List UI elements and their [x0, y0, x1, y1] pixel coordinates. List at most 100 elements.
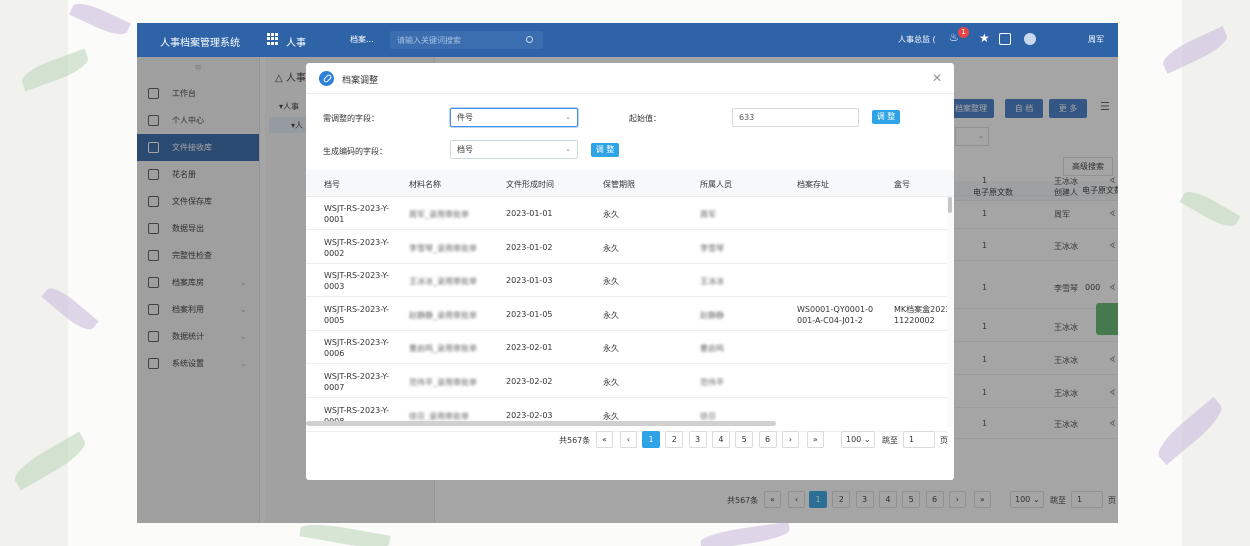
pagination-total: 共567条	[559, 436, 591, 445]
page-button[interactable]: 3	[688, 431, 707, 448]
jump-page-input[interactable]: 1	[903, 431, 935, 448]
table-row[interactable]: WSJT-RS-2023-Y-0002 李雪琴_录用审批单 2023-01-02 永久…	[306, 230, 947, 264]
table-row[interactable]: WSJT-RS-2023-Y-0008徐芬_录用审批单2023-02-03永久徐…	[306, 398, 947, 432]
page-button[interactable]: 5	[735, 431, 754, 448]
table-row[interactable]: WSJT-RS-2023-Y-0007 范伟平_录用审批单 2023-02-02 永久…	[306, 365, 947, 398]
chevron-down-icon: ⌄	[861, 435, 871, 444]
cell-person: 王冰冰	[700, 277, 724, 287]
page-button[interactable]: 1	[642, 431, 660, 448]
vertical-scrollbar[interactable]	[947, 197, 953, 427]
cell-person: 曹启鸣	[700, 344, 724, 354]
page-unit-label: 页	[940, 436, 948, 445]
search-input[interactable]	[390, 31, 510, 49]
gen-code-field-select[interactable]: 档号 ⌄	[450, 140, 578, 159]
cell-person: 范伟平	[700, 378, 724, 387]
column-header: 材料名称	[409, 180, 441, 189]
cell-date: 2023-02-01	[506, 343, 553, 353]
start-value-label: 起始值：	[629, 114, 661, 123]
search-icon[interactable]	[526, 36, 533, 43]
chevron-down-icon: ⌄	[565, 113, 571, 121]
user-role[interactable]: 人事总监 (	[898, 34, 936, 45]
table-row[interactable]: WSJT-RS-2023-Y-0005 赵静静_录用审批单 2023-01-05 永久…	[306, 297, 951, 331]
chat-icon[interactable]	[1024, 33, 1036, 45]
cell-date: 2023-01-05	[506, 309, 553, 319]
system-title: 人事档案管理系统	[160, 38, 240, 49]
page-button[interactable]: 4	[711, 431, 730, 448]
page-size-select[interactable]: 100 ⌄	[841, 431, 875, 448]
page-size-value: 100	[846, 435, 862, 444]
gen-code-field-label: 生成编码的字段：	[323, 147, 387, 156]
cell-archive-code: WSJT-RS-2023-Y-0005	[324, 304, 390, 325]
cell-retention: 永久	[603, 411, 619, 421]
prev-page-button[interactable]: ‹	[620, 431, 637, 448]
module-name[interactable]: 人事	[286, 34, 306, 49]
table-row[interactable]: WSJT-RS-2023-Y-0001 周军_录用审批单 2023-01-01 永久 周…	[306, 197, 947, 230]
field-to-adjust-select[interactable]: 件号 ⌄	[450, 108, 578, 127]
cell-person: 赵静静	[700, 310, 724, 320]
column-header: 保管期限	[603, 180, 635, 189]
next-page-button[interactable]: ›	[781, 431, 799, 448]
cell-material-name: 周军_录用审批单	[409, 210, 469, 219]
search-scope-select[interactable]: 档案...	[350, 34, 374, 45]
cell-material-name: 徐芬_录用审批单	[409, 411, 469, 421]
cell-material-name: 范伟平_录用审批单	[409, 378, 477, 387]
cell-retention: 永久	[603, 344, 619, 354]
page-button[interactable]: 6	[758, 431, 777, 448]
cell-material-name: 王冰冰_录用审批单	[409, 277, 477, 287]
user-name[interactable]: 周军	[1088, 34, 1104, 45]
close-icon[interactable]: ✕	[932, 71, 942, 85]
cell-date: 2023-01-02	[506, 242, 553, 252]
first-page-button[interactable]: «	[596, 431, 613, 448]
cell-retention: 永久	[603, 378, 619, 387]
gen-code-field-value: 档号	[457, 145, 473, 154]
field-to-adjust-value: 件号	[457, 113, 473, 122]
jump-label: 跳至	[882, 436, 898, 445]
cell-archive-code: WSJT-RS-2023-Y-0002	[324, 237, 390, 258]
dialog-header: 档案调整 ✕	[306, 63, 954, 94]
last-page-button[interactable]: »	[806, 431, 824, 448]
horizontal-scrollbar[interactable]	[306, 421, 776, 426]
start-value-input[interactable]	[732, 108, 859, 127]
cell-retention: 永久	[603, 210, 619, 219]
cell-box: MK档案盒202311220002	[894, 304, 951, 325]
page-button[interactable]: 2	[665, 431, 684, 448]
search-box	[390, 31, 543, 49]
cell-date: 2023-02-02	[506, 377, 553, 386]
cell-archive-code: WSJT-RS-2023-Y-0007	[324, 372, 390, 392]
dialog-table-header: 档号 材料名称 文件形成时间 保管期限 所属人员 档案存址 盒号	[306, 170, 954, 197]
cell-location: WS0001-QY0001-0001-A-C04-J01-2	[797, 304, 874, 325]
app-grid-icon[interactable]	[267, 33, 279, 45]
cell-material-name: 赵静静_录用审批单	[409, 310, 477, 320]
dialog-title: 档案调整	[342, 76, 379, 86]
leaf-decoration	[1179, 186, 1241, 232]
cell-material-name: 曹启鸣_录用审批单	[409, 344, 477, 354]
cell-archive-code: WSJT-RS-2023-Y-0006	[324, 338, 390, 359]
field-to-adjust-label: 需调整的字段：	[323, 114, 379, 123]
notification-badge: 1	[958, 27, 969, 38]
adjust-code-button[interactable]: 调 整	[591, 143, 619, 157]
adjust-button[interactable]: 调 整	[872, 110, 900, 124]
star-icon[interactable]: ★	[979, 31, 991, 45]
column-header: 文件形成时间	[506, 180, 554, 189]
cell-person: 周军	[700, 210, 716, 219]
cell-date: 2023-01-03	[506, 276, 553, 286]
adjust-dialog: 档案调整 ✕ 需调整的字段： 件号 ⌄ 起始值： 调 整 生成编码的字段： 档号…	[306, 63, 954, 480]
cell-retention: 永久	[603, 310, 619, 320]
box-icon[interactable]	[999, 33, 1011, 45]
cell-retention: 永久	[603, 243, 619, 253]
column-header: 盒号	[894, 180, 910, 189]
table-row[interactable]: WSJT-RS-2023-Y-0003 王冰冰_录用审批单 2023-01-03 永久…	[306, 264, 947, 298]
top-bar: 人事档案管理系统 人事 档案... 人事总监 ( ♨ 1 ★ 周军	[137, 23, 1118, 57]
cell-person: 徐芬	[700, 411, 716, 421]
column-header: 档号	[324, 180, 340, 189]
cell-date: 2023-01-01	[506, 209, 553, 218]
cell-date: 2023-02-03	[506, 410, 553, 420]
column-header: 所属人员	[700, 180, 732, 189]
table-row[interactable]: WSJT-RS-2023-Y-0006 曹启鸣_录用审批单 2023-02-01 永久…	[306, 331, 947, 365]
link-icon	[319, 71, 334, 86]
chevron-down-icon: ⌄	[565, 145, 571, 153]
cell-retention: 永久	[603, 277, 619, 287]
cell-archive-code: WSJT-RS-2023-Y-0003	[324, 271, 390, 292]
column-header: 档案存址	[797, 180, 829, 189]
cell-material-name: 李雪琴_录用审批单	[409, 243, 477, 253]
